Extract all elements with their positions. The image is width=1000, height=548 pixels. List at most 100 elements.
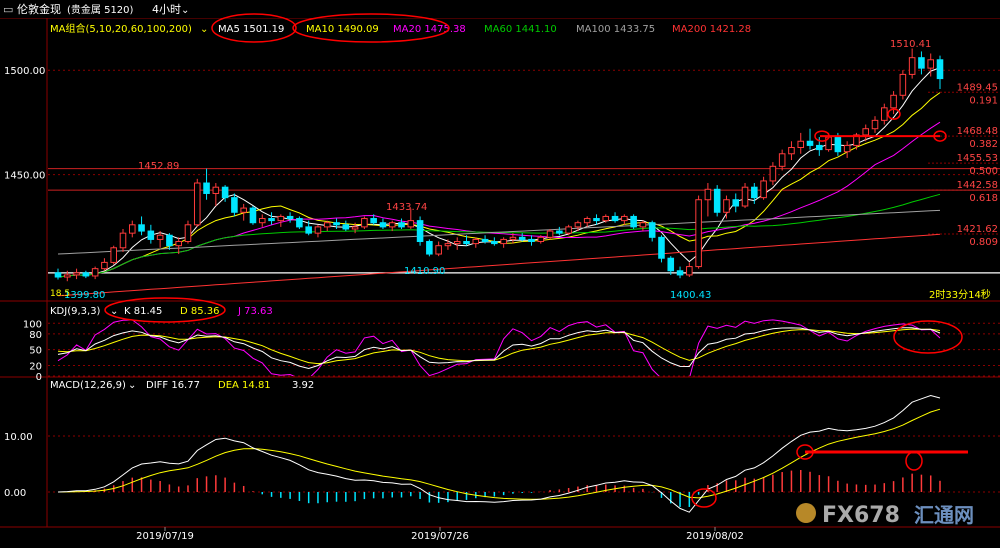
candle-down: [593, 218, 600, 222]
price-panel[interactable]: [48, 48, 1000, 297]
candle-up: [128, 224, 136, 234]
watermark-brand: FX678: [822, 503, 900, 528]
candle-down: [806, 140, 814, 146]
candle-down: [138, 224, 145, 232]
candle-up: [91, 268, 99, 277]
diff-value: DIFF 16.77: [146, 380, 200, 391]
candle-down: [732, 199, 740, 207]
candle-up: [537, 236, 545, 243]
kdj-tick-label: 80: [29, 330, 42, 341]
candle-down: [463, 241, 470, 245]
chevron-down-icon[interactable]: ⌄: [181, 5, 189, 16]
candle-up: [899, 73, 907, 96]
price-label-1400: 1400.43: [670, 290, 711, 301]
candle-up: [862, 128, 870, 136]
candle-down: [398, 222, 405, 228]
candle-down: [296, 218, 303, 228]
candle-up: [119, 232, 127, 249]
candle-up: [500, 238, 507, 245]
candle-up: [323, 222, 331, 228]
countdown-timer: 2时33分14秒: [929, 288, 991, 301]
kdj-tick-label: 50: [29, 346, 42, 357]
candle-down: [54, 272, 62, 278]
price-tick-label: 1500.00: [4, 66, 45, 77]
ma10-value: MA10 1490.09: [306, 24, 379, 35]
candle-up: [193, 182, 201, 226]
watermark-cn: 汇通网: [914, 503, 974, 527]
candle-up: [546, 230, 554, 238]
candle-down: [305, 226, 312, 234]
candle-down: [648, 222, 656, 238]
candle-down: [416, 220, 424, 243]
candle-up: [184, 224, 192, 243]
header-bar: [0, 0, 1000, 18]
window-restore-icon[interactable]: ▭: [3, 3, 13, 16]
kdj-tick-label: 20: [29, 361, 42, 372]
fib-price-label: 1442.58: [957, 180, 998, 191]
candle-down: [667, 257, 675, 272]
fib-ratio-label: 0.382: [969, 139, 998, 150]
ma60-value: MA60 1441.10: [484, 24, 557, 35]
kdj-tick-label: 100: [23, 319, 42, 330]
chevron-down-icon[interactable]: ⌄: [200, 24, 208, 35]
kdj-panel[interactable]: [57, 319, 941, 379]
candle-down: [426, 241, 433, 255]
fib-price-label: 1489.45: [957, 82, 998, 93]
price-label-1410: 1410.90: [404, 266, 445, 277]
ma20-value: MA20 1475.38: [393, 24, 466, 35]
candle-up: [110, 247, 117, 263]
candle-up: [890, 94, 897, 109]
candle-up: [444, 243, 452, 247]
candle-up: [760, 180, 767, 199]
candle-up: [314, 226, 322, 234]
candle-up: [407, 220, 415, 228]
candle-up: [695, 199, 702, 268]
candle-up: [769, 165, 777, 182]
kdj-title[interactable]: KDJ(9,3,3): [50, 306, 101, 317]
candle-down: [481, 238, 489, 243]
ma5-line: [57, 67, 941, 278]
candle-down: [268, 218, 275, 222]
fib-price-label: 1468.48: [957, 126, 998, 137]
candle-up: [583, 218, 591, 224]
price-label-1433: 1433.74: [386, 202, 427, 213]
corner-label: 18.5: [50, 289, 70, 299]
fib-ratio-label: 0.809: [969, 237, 998, 248]
candle-up: [723, 199, 730, 213]
candle-down: [713, 188, 721, 213]
high-price-label: 1510.41: [890, 39, 931, 50]
candle-up: [351, 226, 359, 230]
macd-panel[interactable]: [57, 394, 941, 513]
candle-up: [686, 266, 693, 276]
candle-up: [175, 241, 182, 247]
period-selector[interactable]: 4小时: [152, 3, 181, 16]
fib-ratio-label: 0.500: [969, 166, 998, 177]
candle-down: [630, 215, 637, 228]
chevron-down-icon[interactable]: ⌄: [128, 380, 136, 391]
macd-tick-label: 0.00: [4, 488, 26, 499]
candle-up: [602, 215, 610, 222]
candle-down: [611, 215, 619, 222]
macd-title[interactable]: MACD(12,26,9): [50, 380, 126, 391]
candle-down: [751, 186, 758, 199]
candle-down: [816, 144, 823, 151]
date-label: 2019/07/26: [411, 531, 469, 542]
macd-annotation-circle: [905, 451, 923, 471]
candle-down: [82, 272, 90, 277]
candle-down: [491, 241, 498, 245]
chart-area[interactable]: 1450.00 1500.00 0 20 50 80 100 0.00 10.00 2019/07…: [0, 0, 1000, 544]
candle-down: [658, 236, 665, 259]
watermark: FX678 汇通网: [796, 503, 974, 528]
kdj-tick-label: 0: [36, 372, 42, 383]
candle-down: [518, 236, 526, 240]
j-line: [57, 319, 941, 376]
candle-up: [565, 226, 572, 234]
candle-down: [379, 222, 387, 228]
candle-down: [834, 136, 842, 153]
symbol-title[interactable]: 伦敦金现: [17, 2, 61, 16]
ma-group-label[interactable]: MA组合(5,10,20,60,100,200): [50, 22, 192, 35]
candle-up: [871, 119, 879, 130]
candle-up: [908, 57, 916, 75]
candlestick-chart[interactable]: 1450.00 1500.00 020 50 80100 0.00 10.00 2019/07…: [0, 0, 1000, 544]
dea-value: DEA 14.81: [218, 380, 271, 391]
